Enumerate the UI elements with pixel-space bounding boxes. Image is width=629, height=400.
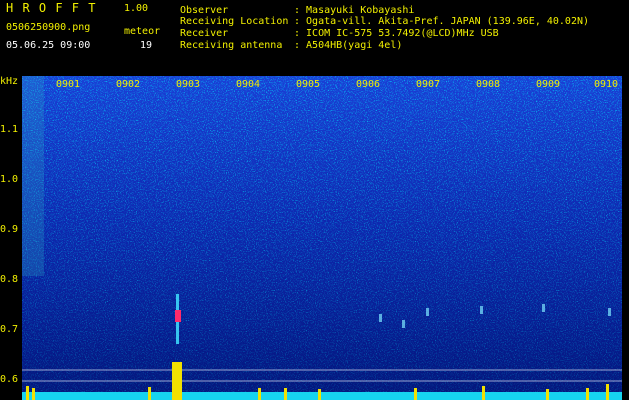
info-value-antenna: : A504HB(yagi 4el) xyxy=(294,40,403,51)
baseline-spike xyxy=(258,388,261,400)
baseline-spike xyxy=(414,388,417,400)
file-name: 0506250900.png xyxy=(6,22,91,33)
spectrogram xyxy=(22,76,622,400)
y-tick-label: 1.1 xyxy=(0,124,19,135)
info-label-antenna: Receiving antenna xyxy=(180,40,283,51)
info-value-location: : Ogata-vill. Akita-Pref. JAPAN (139.96E… xyxy=(294,16,590,27)
baseline-spike xyxy=(482,386,485,400)
x-tick-label: 0908 xyxy=(476,79,501,90)
x-tick-label: 0909 xyxy=(536,79,561,90)
x-tick-label: 0901 xyxy=(56,79,81,90)
meteor-echo xyxy=(426,308,429,316)
header-panel: H R O F F T 1.00 0506250900.png meteor 0… xyxy=(0,0,629,76)
info-label-receiver: Receiver xyxy=(180,28,229,39)
baseline-spike xyxy=(32,388,35,400)
meteor-echo xyxy=(542,304,545,312)
file-datetime: 05.06.25 09:00 xyxy=(6,40,91,51)
app-title: H R O F F T xyxy=(6,1,97,15)
meteor-echo xyxy=(608,308,611,316)
x-tick-label: 0906 xyxy=(356,79,381,90)
x-tick-label: 0910 xyxy=(594,79,619,90)
y-tick-label: 0.6 xyxy=(0,374,19,385)
x-tick-label: 0907 xyxy=(416,79,441,90)
meteor-echo xyxy=(480,306,483,314)
info-value-receiver: : ICOM IC-575 53.7492(@LCD)MHz USB xyxy=(294,28,499,39)
y-tick-label: 1.0 xyxy=(0,174,19,185)
meteor-count: 19 xyxy=(140,40,153,51)
meteor-echo-base xyxy=(172,362,182,400)
y-axis-unit: kHz xyxy=(0,76,19,87)
meteor-echo-peak xyxy=(175,310,181,322)
y-tick-label: 0.9 xyxy=(0,224,19,235)
baseline-spike xyxy=(546,389,549,400)
baseline-spike xyxy=(318,389,321,400)
baseline-spike xyxy=(284,388,287,400)
info-label-location: Receiving Location xyxy=(180,16,289,27)
baseline-spike xyxy=(586,388,589,400)
baseline-spike xyxy=(26,386,29,400)
x-tick-label: 0903 xyxy=(176,79,201,90)
meteor-echo xyxy=(379,314,382,322)
x-tick-label: 0905 xyxy=(296,79,321,90)
spectrogram-canvas xyxy=(22,76,622,400)
y-tick-label: 0.7 xyxy=(0,324,19,335)
x-tick-label: 0904 xyxy=(236,79,261,90)
app-version: 1.00 xyxy=(124,3,149,14)
x-tick-label: 0902 xyxy=(116,79,141,90)
baseline-spike xyxy=(606,384,609,400)
meteor-label: meteor xyxy=(124,26,161,37)
baseline-spike xyxy=(148,387,151,400)
meteor-echo xyxy=(402,320,405,328)
y-tick-label: 0.8 xyxy=(0,274,19,285)
